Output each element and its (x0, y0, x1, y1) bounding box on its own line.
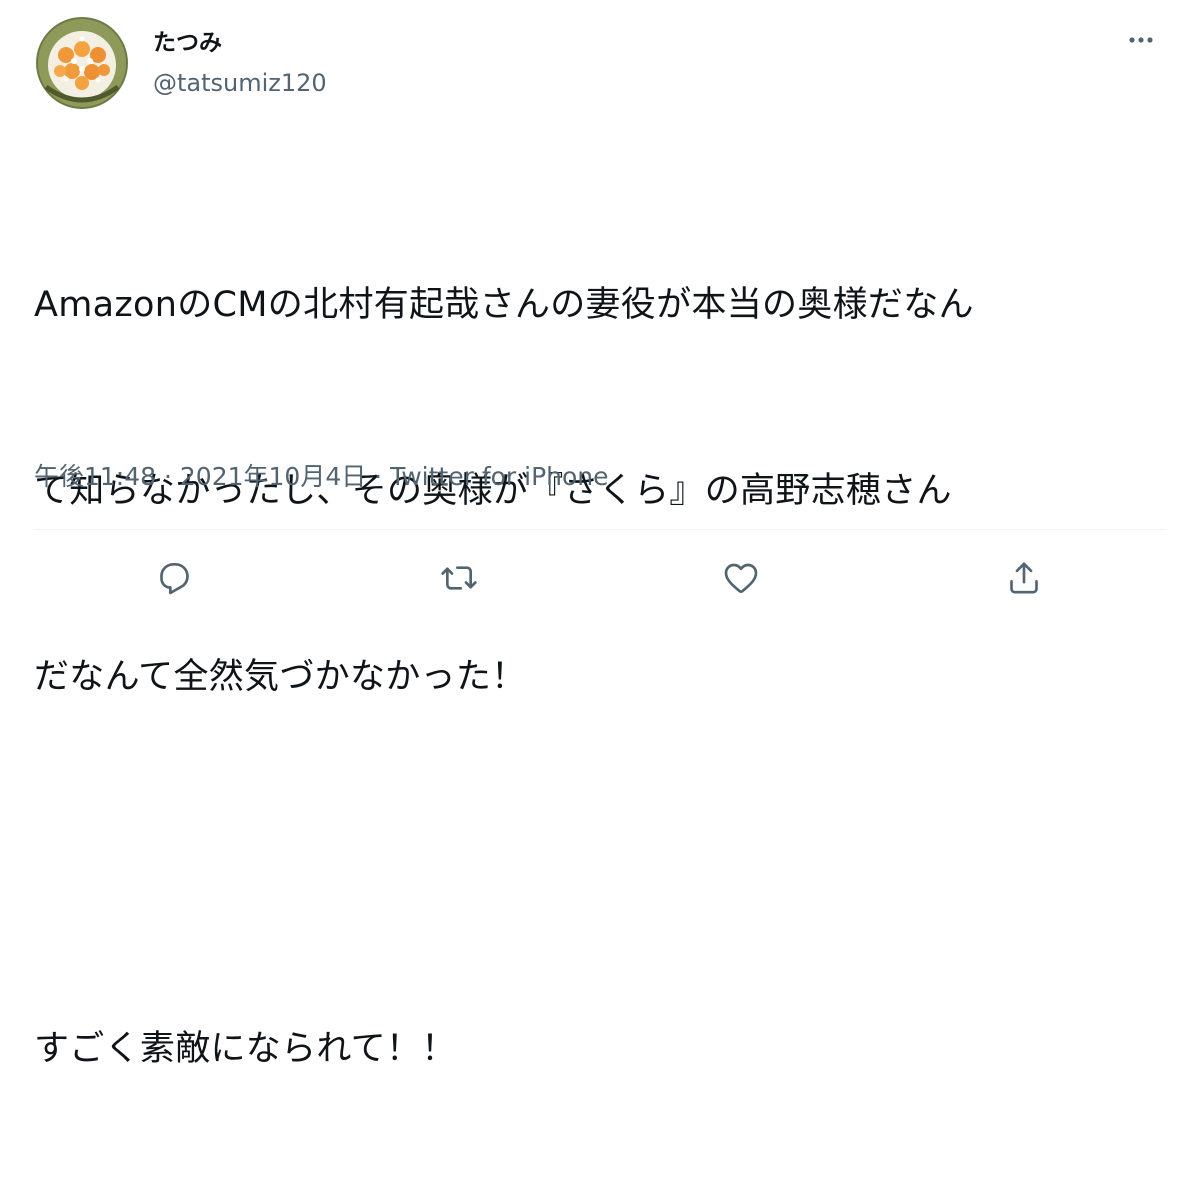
share-button[interactable] (1002, 556, 1046, 600)
tweet-time[interactable]: 午後11:48 (34, 462, 156, 491)
meta-separator: · (156, 462, 180, 491)
tweet-text-line: すごく素敵になられて！！ (34, 1029, 457, 1069)
avatar[interactable] (36, 17, 128, 109)
avatar-image (36, 17, 128, 109)
tweet-text: AmazonのCMの北村有起哉さんの妻役が本当の奥様だなん て知らなかったし、そ… (34, 150, 1164, 1204)
meta-separator: · (366, 462, 391, 491)
like-button[interactable] (719, 556, 763, 600)
tweet: たつみ @tatsumiz120 AmazonのCMの北村有起哉さんの妻役が本当… (0, 0, 1192, 1069)
tweet-date[interactable]: 2021年10月4日 (180, 462, 366, 491)
divider (34, 529, 1166, 530)
tweet-text-line (34, 832, 1164, 894)
tweet-text-line: AmazonのCMの北村有起哉さんの妻役が本当の奥様だなん (34, 285, 974, 325)
retweet-button[interactable] (437, 556, 481, 600)
tweet-source[interactable]: Twitter for iPhone (390, 462, 608, 491)
user-handle[interactable]: @tatsumiz120 (153, 67, 327, 99)
display-name[interactable]: たつみ (153, 28, 222, 58)
more-options-button[interactable] (1120, 26, 1160, 54)
reply-button[interactable] (152, 556, 196, 600)
share-icon (1010, 562, 1038, 594)
more-icon (1129, 37, 1153, 43)
retweet-icon (441, 566, 477, 590)
reply-icon (160, 563, 189, 595)
tweet-text-line: だなんて全然気づかなかった！ (34, 657, 527, 697)
tweet-meta: 午後11:48 · 2021年10月4日 · Twitter for iPhon… (34, 460, 609, 494)
heart-icon (724, 563, 758, 593)
